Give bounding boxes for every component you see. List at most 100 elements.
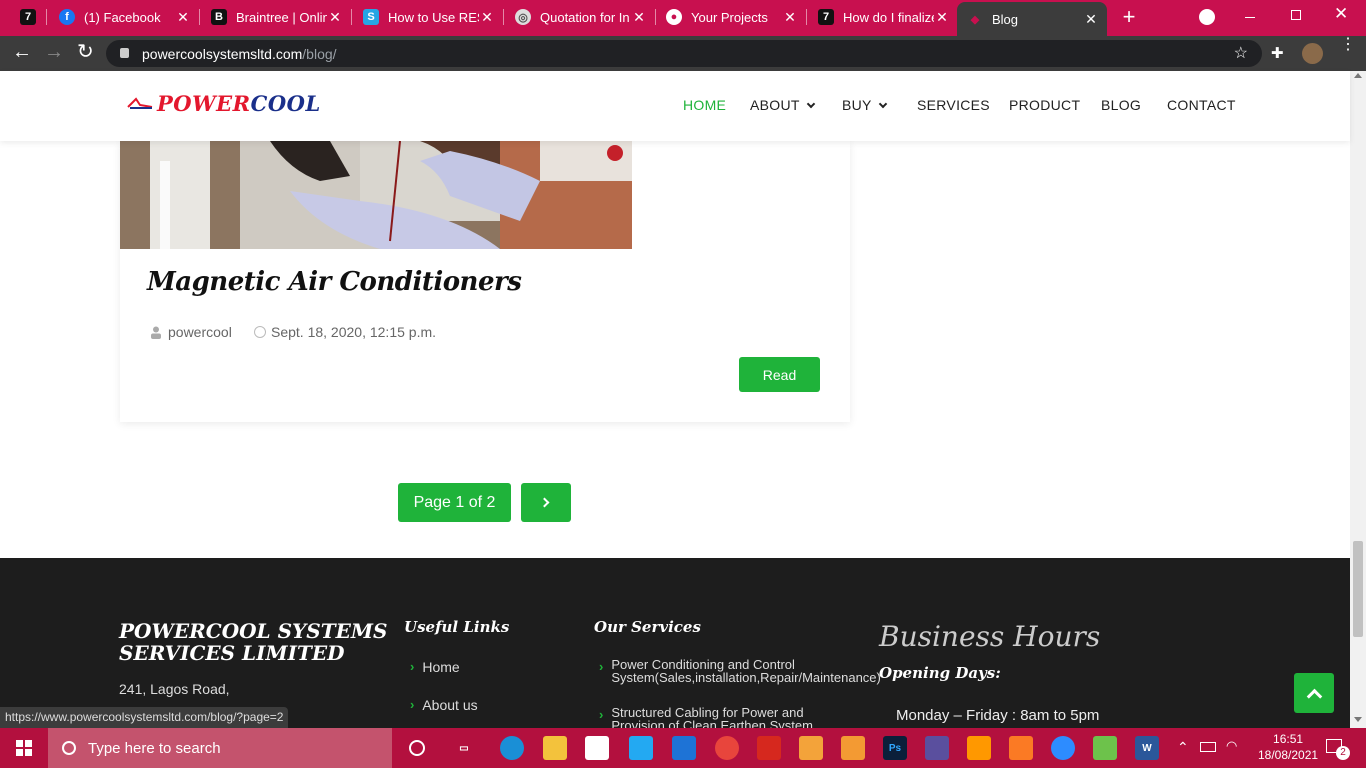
tab-favicon-icon: 7 [818, 9, 834, 25]
read-button[interactable]: Read [739, 357, 820, 392]
chevron-right-icon [539, 497, 550, 508]
footer-useful-links-title: Useful Links [404, 618, 510, 636]
bookmark-star-icon[interactable]: ☆ [1234, 43, 1248, 63]
tab-search-icon[interactable] [1199, 9, 1215, 25]
tab-label: Braintree | Onlin [236, 9, 327, 25]
close-window-icon[interactable]: ✕ [1334, 4, 1348, 24]
footer-link-home[interactable]: › Home [410, 659, 460, 675]
footer-services-title: Our Services [594, 618, 701, 636]
extensions-icon[interactable]: ✚ [1271, 44, 1284, 62]
browser-menu-icon[interactable]: ⋮ [1340, 37, 1356, 53]
browser-toolbar: ← → ↻ powercoolsystemsltd.com/blog/ ☆ ✚ … [0, 36, 1366, 71]
back-icon[interactable]: ← [12, 41, 32, 64]
tab-separator [806, 9, 807, 25]
vscode-icon[interactable] [629, 736, 653, 760]
nav-about[interactable]: ABOUT [750, 97, 815, 113]
footer-service-item[interactable]: › Power Conditioning and Control System(… [599, 658, 899, 684]
uc-browser-icon[interactable] [841, 736, 865, 760]
nav-contact[interactable]: CONTACT [1167, 97, 1236, 113]
post-image[interactable] [120, 141, 632, 249]
sublime-text-icon[interactable] [967, 736, 991, 760]
task-view-icon[interactable]: ▭ [452, 736, 476, 760]
tab-pinned[interactable]: 7 [10, 0, 46, 34]
nav-blog[interactable]: BLOG [1101, 97, 1141, 113]
footer-address: 241, Lagos Road, [119, 681, 230, 697]
footer-company-name: POWERCOOL SYSTEMS SERVICES LIMITED [119, 620, 387, 664]
acrobat-icon[interactable] [757, 736, 781, 760]
tab-close-icon[interactable]: ✕ [934, 9, 950, 26]
tab-close-icon[interactable]: ✕ [479, 9, 495, 26]
tab-projects[interactable]: ● Your Projects ✕ [656, 0, 806, 34]
footer-service-label: Power Conditioning and Control System(Sa… [611, 657, 881, 685]
tab-separator [199, 9, 200, 25]
restore-icon[interactable] [1291, 10, 1301, 20]
scrollbar-thumb[interactable] [1353, 541, 1363, 637]
tab-close-icon[interactable]: ✕ [1083, 11, 1099, 28]
scroll-down-arrow-icon[interactable] [1354, 717, 1362, 722]
tab-blog[interactable]: ◆ Blog ✕ [957, 2, 1107, 36]
profile-avatar[interactable] [1302, 43, 1323, 64]
footer-service-item[interactable]: › Structured Cabling for Power and Provi… [599, 706, 839, 728]
tab-facebook[interactable]: f (1) Facebook ✕ [49, 0, 199, 34]
cortana-icon[interactable] [405, 736, 429, 760]
post-author: powercool [151, 324, 232, 340]
store-icon[interactable] [585, 736, 609, 760]
tab-separator [351, 9, 352, 25]
scroll-to-top-button[interactable] [1294, 673, 1334, 713]
mail-icon[interactable] [672, 736, 696, 760]
url-text[interactable]: powercoolsystemsltd.com/blog/ [142, 46, 337, 62]
edge-icon[interactable] [500, 736, 524, 760]
app-icon[interactable] [1093, 736, 1117, 760]
media-player-icon[interactable] [799, 736, 823, 760]
site-footer: POWERCOOL SYSTEMS SERVICES LIMITED 241, … [0, 558, 1350, 728]
git-client-icon[interactable] [925, 736, 949, 760]
tab-close-icon[interactable]: ✕ [631, 9, 647, 26]
tab-braintree[interactable]: B Braintree | Onlin ✕ [201, 0, 351, 34]
zoom-icon[interactable] [1051, 736, 1075, 760]
tab-close-icon[interactable]: ✕ [327, 9, 343, 26]
tab-close-icon[interactable]: ✕ [782, 9, 798, 26]
chrome-icon[interactable] [715, 736, 739, 760]
tab-quotation[interactable]: ◎ Quotation for In ✕ [505, 0, 655, 34]
tab-rest[interactable]: S How to Use RES ✕ [353, 0, 503, 34]
nav-buy-label: BUY [842, 97, 872, 113]
lock-icon[interactable] [120, 48, 129, 58]
taskbar-search-box[interactable]: Type here to search [48, 728, 392, 768]
status-bar-url: https://www.powercoolsystemsltd.com/blog… [0, 707, 289, 728]
wifi-icon[interactable]: ◠ [1226, 738, 1237, 754]
github-icon: ● [666, 9, 682, 25]
battery-icon[interactable] [1200, 742, 1216, 752]
taskbar-clock[interactable]: 16:51 18/08/2021 [1258, 731, 1318, 763]
scroll-up-arrow-icon[interactable] [1354, 73, 1362, 78]
page-scrollbar[interactable] [1350, 71, 1366, 728]
photoshop-icon[interactable]: Ps [883, 736, 907, 760]
browser-tab-bar: 7 f (1) Facebook ✕ B Braintree | Onlin ✕… [0, 0, 1366, 36]
chevron-right-icon: › [410, 697, 415, 712]
nav-blog-label: BLOG [1101, 97, 1142, 113]
tab-finalize[interactable]: 7 How do I finalize ✕ [808, 0, 958, 34]
xampp-icon[interactable] [1009, 736, 1033, 760]
pagination-label: Page 1 of 2 [398, 483, 511, 522]
nav-services[interactable]: SERVICES [917, 97, 990, 113]
nav-product[interactable]: PRODUCT [1009, 97, 1080, 113]
site-logo[interactable]: POWERCOOL [157, 91, 321, 116]
minimize-icon[interactable] [1245, 17, 1255, 18]
reload-icon[interactable]: ↻ [77, 39, 94, 64]
next-page-button[interactable] [521, 483, 571, 522]
post-title[interactable]: Magnetic Air Conditioners [147, 267, 522, 297]
nav-home[interactable]: HOME [683, 97, 726, 113]
word-icon[interactable]: W [1135, 736, 1159, 760]
new-tab-button[interactable]: + [1119, 6, 1139, 28]
tab-label: Your Projects [691, 9, 768, 25]
search-icon [62, 741, 76, 755]
forward-icon[interactable]: → [44, 41, 64, 64]
address-bar[interactable]: powercoolsystemsltd.com/blog/ ☆ [106, 40, 1262, 67]
nav-buy[interactable]: BUY [842, 97, 887, 113]
logo-mark-icon[interactable] [126, 97, 154, 111]
windows-start-icon[interactable] [16, 740, 32, 756]
nav-services-label: SERVICES [917, 97, 990, 113]
file-explorer-icon[interactable] [543, 736, 567, 760]
tray-chevron-up-icon[interactable]: ⌃ [1177, 739, 1189, 756]
tab-close-icon[interactable]: ✕ [175, 9, 191, 26]
footer-link-about[interactable]: › About us [410, 697, 478, 713]
